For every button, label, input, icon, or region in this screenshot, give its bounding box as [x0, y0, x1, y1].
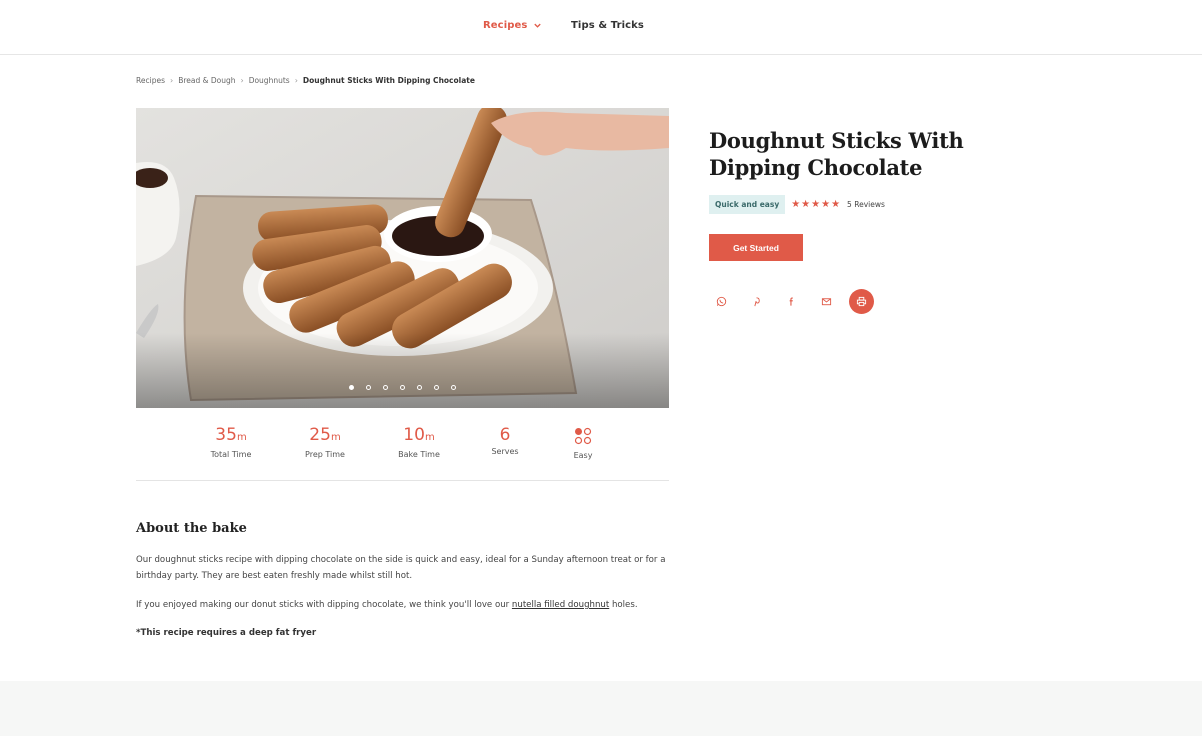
stat-serves: 6 Serves: [470, 424, 540, 456]
breadcrumb-current: Doughnut Sticks With Dipping Chocolate: [302, 76, 475, 85]
breadcrumb-link-recipes[interactable]: Recipes: [136, 76, 165, 85]
nav-recipes-label: Recipes: [483, 20, 528, 31]
nav-recipes[interactable]: Recipes: [483, 20, 542, 31]
share-email-button[interactable]: [814, 289, 839, 314]
email-icon: [821, 298, 832, 306]
chevron-down-icon: [534, 23, 542, 28]
stat-difficulty: Easy: [548, 424, 618, 460]
carousel-dot[interactable]: [434, 385, 439, 390]
print-button[interactable]: [849, 289, 874, 314]
rating-row: Quick and easy ★★★★★ 5 Reviews: [709, 195, 885, 214]
top-navigation: Recipes Tips & Tricks: [0, 0, 1202, 55]
about-paragraph-related: If you enjoyed making our donut sticks w…: [136, 597, 676, 613]
recipe-title: Doughnut Sticks With Dipping Chocolate: [709, 128, 964, 180]
breadcrumb-separator: ›: [169, 76, 174, 85]
stat-label: Serves: [491, 447, 519, 456]
stat-label: Easy: [573, 451, 593, 460]
reviews-link[interactable]: 5 Reviews: [847, 200, 885, 209]
whatsapp-icon: [716, 296, 727, 307]
stat-prep-time: 25m Prep Time: [290, 424, 360, 459]
about-title: About the bake: [136, 521, 247, 536]
nav-tips-tricks[interactable]: Tips & Tricks: [571, 20, 644, 31]
stat-value: 10m: [403, 425, 435, 445]
stat-value: 25m: [309, 425, 341, 445]
recipe-image-carousel[interactable]: [136, 108, 669, 408]
stat-label: Prep Time: [305, 450, 345, 459]
pinterest-icon: [754, 297, 760, 307]
share-pinterest-button[interactable]: [744, 289, 769, 314]
stat-value: 6: [499, 425, 511, 445]
carousel-dot[interactable]: [383, 385, 388, 390]
star-rating[interactable]: ★★★★★: [791, 199, 841, 210]
carousel-dot[interactable]: [366, 385, 371, 390]
breadcrumb-separator: ›: [294, 76, 298, 85]
breadcrumb-separator: ›: [240, 76, 244, 85]
about-paragraph: Our doughnut sticks recipe with dipping …: [136, 555, 666, 581]
nutella-doughnut-link[interactable]: nutella filled doughnut: [512, 600, 609, 610]
share-whatsapp-button[interactable]: [709, 289, 734, 314]
doughnut-sticks-photo: [136, 108, 669, 408]
share-facebook-button[interactable]: [779, 289, 804, 314]
breadcrumb-link-doughnuts[interactable]: Doughnuts: [249, 76, 290, 85]
stat-value: 35m: [215, 425, 247, 445]
carousel-dot[interactable]: [451, 385, 456, 390]
quick-easy-tag: Quick and easy: [709, 195, 786, 214]
fryer-note: *This recipe requires a deep fat fryer: [136, 628, 317, 638]
breadcrumb: Recipes › Bread & Dough › Doughnuts › Do…: [136, 76, 475, 85]
difficulty-icon: [574, 427, 592, 445]
breadcrumb-link-bread-dough[interactable]: Bread & Dough: [178, 76, 235, 85]
facebook-icon: [789, 297, 793, 306]
carousel-dot[interactable]: [417, 385, 422, 390]
carousel-dots: [136, 385, 669, 390]
carousel-dot[interactable]: [349, 385, 354, 390]
share-bar: [709, 289, 874, 314]
get-started-button[interactable]: Get Started: [709, 234, 803, 261]
print-icon: [856, 296, 867, 307]
stat-label: Bake Time: [398, 450, 440, 459]
footer-band: [0, 681, 1202, 736]
stat-label: Total Time: [210, 450, 252, 459]
related-text: If you enjoyed making our donut sticks w…: [136, 600, 512, 610]
related-text-end: holes.: [609, 600, 638, 610]
recipe-stats: 35m Total Time 25m Prep Time 10m Bake Ti…: [136, 424, 669, 481]
stat-bake-time: 10m Bake Time: [384, 424, 454, 459]
carousel-dot[interactable]: [400, 385, 405, 390]
stat-total-time: 35m Total Time: [196, 424, 266, 459]
